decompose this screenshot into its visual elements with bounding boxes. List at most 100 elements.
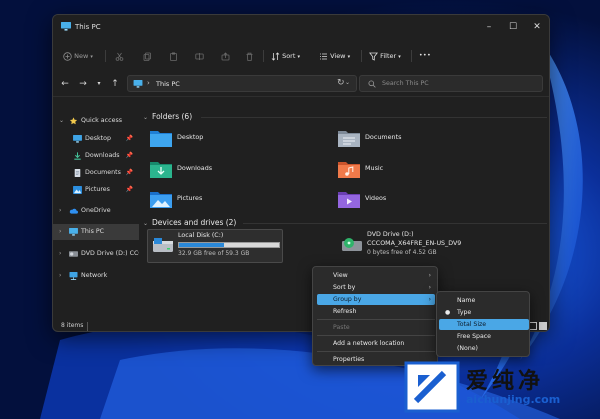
menu-item-paste[interactable]: Paste	[317, 322, 435, 333]
sort-icon	[271, 51, 280, 61]
menu-separator	[317, 335, 435, 336]
sidebar-item-desktop[interactable]: Desktop 📌	[53, 131, 139, 147]
chevron-down-icon: ▾	[90, 54, 93, 60]
tiles-view-button[interactable]	[539, 322, 547, 330]
chevron-right-icon[interactable]: ›	[59, 203, 61, 219]
up-button[interactable]: ↑	[109, 78, 121, 90]
rename-button[interactable]	[195, 49, 204, 63]
title-bar[interactable]: This PC – ☐ ✕	[53, 15, 549, 39]
watermark-logo-icon	[404, 361, 460, 413]
sort-label: Sort	[282, 52, 296, 60]
chevron-down-icon: ⌄	[143, 114, 149, 121]
sidebar-item-label: Downloads	[85, 152, 120, 159]
folder-pictures[interactable]: Pictures	[149, 189, 279, 217]
paste-button[interactable]	[169, 49, 178, 63]
window-title: This PC	[75, 23, 101, 31]
maximize-button[interactable]: ☐	[507, 21, 519, 33]
cut-button[interactable]	[115, 49, 124, 63]
menu-item-label: Total Size	[457, 321, 487, 328]
sidebar-item-quick-access[interactable]: ⌄ Quick access	[53, 113, 139, 129]
chevron-right-icon: ›	[428, 296, 431, 303]
menu-item-refresh[interactable]: Refresh	[317, 306, 435, 317]
folder-videos[interactable]: Videos	[337, 189, 467, 217]
sidebar-item-label: Desktop	[85, 135, 111, 142]
menu-item-label: Properties	[333, 356, 365, 363]
filter-icon	[368, 52, 379, 61]
new-label: New	[74, 52, 89, 60]
view-icon	[320, 53, 327, 59]
new-button[interactable]: New ▾	[63, 49, 93, 63]
drive-local-disk-c[interactable]: Local Disk (C:) 32.9 GB free of 59.3 GB	[147, 229, 283, 263]
documents-folder-icon	[338, 131, 360, 147]
details-view-button[interactable]	[529, 322, 537, 330]
drive-dvd-d[interactable]: DVD Drive (D:) CCCOMA_X64FRE_EN-US_DV9 0…	[337, 229, 477, 263]
menu-separator	[317, 319, 435, 320]
recent-locations-button[interactable]: ▾	[93, 78, 105, 90]
drive-usage-bar	[178, 242, 280, 248]
sidebar-item-this-pc[interactable]: › This PC	[53, 224, 139, 240]
toolbar-divider	[105, 50, 106, 62]
search-box[interactable]: Search This PC	[359, 75, 543, 92]
sidebar-item-label: Quick access	[81, 117, 123, 124]
drive-volume-label: CCCOMA_X64FRE_EN-US_DV9	[367, 240, 462, 247]
sidebar-item-pictures[interactable]: Pictures 📌	[53, 182, 139, 198]
copy-icon	[143, 52, 151, 61]
menu-item-label: (None)	[457, 345, 478, 352]
folder-downloads[interactable]: Downloads	[149, 159, 279, 187]
menu-item-label: Paste	[333, 324, 350, 331]
menu-item-sort-by[interactable]: Sort by ›	[317, 282, 435, 293]
chevron-right-icon[interactable]: ›	[59, 224, 61, 240]
submenu-item-total-size[interactable]: Total Size	[439, 319, 529, 330]
dvd-icon	[69, 251, 78, 257]
navigation-pane: ⌄ Quick access Desktop 📌 Downloads 📌 Doc…	[53, 98, 139, 320]
menu-separator	[317, 351, 435, 352]
folder-documents[interactable]: Documents	[337, 128, 467, 156]
drives-section-header[interactable]: ⌄ Devices and drives (2)	[143, 218, 236, 227]
view-button[interactable]: View ▾	[319, 49, 350, 63]
sidebar-item-downloads[interactable]: Downloads 📌	[53, 148, 139, 164]
sidebar-item-dvd-drive[interactable]: › DVD Drive (D:) CCCOMA_X64FRE_EN-US_DV9	[53, 246, 139, 262]
breadcrumb-this-pc[interactable]: This PC	[156, 80, 180, 88]
back-button[interactable]: ←	[59, 78, 71, 90]
filter-button[interactable]: Filter ▾	[368, 49, 401, 63]
menu-item-view[interactable]: View ›	[317, 270, 435, 281]
downloads-folder-icon	[150, 162, 172, 178]
radio-bullet-icon: ●	[445, 309, 451, 316]
chevron-right-icon[interactable]: ›	[59, 246, 61, 262]
network-icon	[69, 272, 78, 280]
music-folder-icon	[338, 162, 360, 178]
copy-button[interactable]	[143, 49, 152, 63]
trash-icon	[246, 52, 253, 61]
submenu-item-none[interactable]: (None)	[439, 343, 529, 354]
folder-music[interactable]: Music	[337, 159, 467, 187]
address-bar[interactable]: › This PC ⌄	[127, 75, 357, 92]
menu-item-label: Free Space	[457, 333, 491, 340]
chevron-down-icon[interactable]: ⌄	[59, 113, 64, 129]
submenu-item-free-space[interactable]: Free Space	[439, 331, 529, 342]
sort-button[interactable]: Sort ▾	[271, 49, 300, 63]
share-button[interactable]	[221, 49, 230, 63]
breadcrumb-chevron-icon[interactable]: ›	[147, 79, 150, 87]
minimize-button[interactable]: –	[483, 21, 495, 33]
drive-free-space: 0 bytes free of 4.52 GB	[367, 249, 437, 256]
chevron-down-icon: ▾	[297, 54, 300, 60]
menu-item-label: Refresh	[333, 308, 357, 315]
sidebar-item-onedrive[interactable]: › OneDrive	[53, 203, 139, 219]
toolbar-divider	[361, 50, 362, 62]
chevron-down-icon[interactable]: ⌄	[345, 79, 350, 86]
more-options-button[interactable]: •••	[419, 49, 431, 63]
menu-item-add-network-location[interactable]: Add a network location	[317, 338, 435, 349]
submenu-item-name[interactable]: Name	[439, 295, 529, 306]
chevron-right-icon[interactable]: ›	[59, 268, 61, 284]
sidebar-item-documents[interactable]: Documents 📌	[53, 165, 139, 181]
menu-item-group-by[interactable]: Group by ›	[317, 294, 435, 305]
forward-button[interactable]: →	[77, 78, 89, 90]
sidebar-item-network[interactable]: › Network	[53, 268, 139, 284]
folders-section-header[interactable]: ⌄ Folders (6)	[143, 112, 192, 121]
folder-desktop[interactable]: Desktop	[149, 128, 279, 156]
chevron-down-icon: ▾	[347, 54, 351, 60]
delete-button[interactable]	[245, 49, 254, 63]
refresh-icon[interactable]: ↻	[337, 78, 345, 88]
submenu-item-type[interactable]: ● Type	[439, 307, 529, 318]
close-button[interactable]: ✕	[531, 21, 543, 33]
